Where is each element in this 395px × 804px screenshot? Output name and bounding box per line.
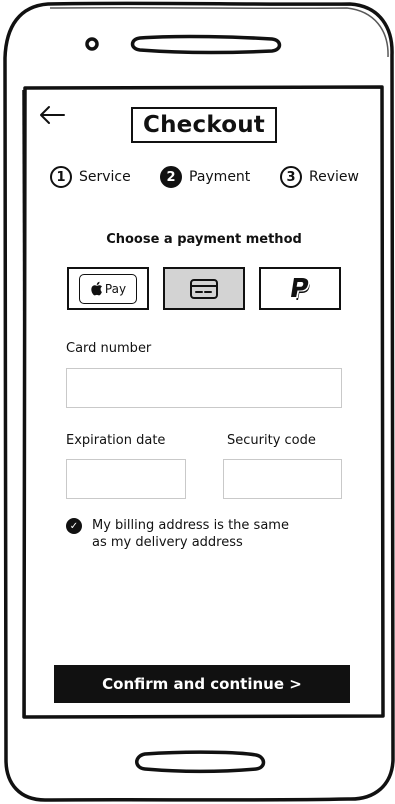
step-payment[interactable]: 2 Payment — [160, 166, 250, 188]
step-number: 1 — [50, 166, 72, 188]
check-icon: ✓ — [66, 518, 82, 534]
billing-same-checkbox[interactable]: ✓ My billing address is the same as my d… — [66, 517, 302, 551]
card-payment-button[interactable] — [163, 267, 245, 310]
step-label: Payment — [189, 169, 251, 185]
step-label: Review — [309, 169, 359, 185]
confirm-continue-label: Confirm and continue > — [102, 675, 302, 693]
step-review[interactable]: 3 Review — [280, 166, 359, 188]
back-arrow-icon[interactable] — [38, 105, 66, 125]
security-code-label: Security code — [227, 433, 316, 448]
expiration-date-label: Expiration date — [66, 433, 166, 448]
paypal-icon — [291, 277, 310, 300]
credit-card-icon — [190, 278, 218, 299]
page-title: Checkout — [131, 107, 277, 143]
security-code-input[interactable] — [223, 459, 342, 499]
apple-pay-button[interactable]: Pay — [67, 267, 149, 310]
step-number: 2 — [160, 166, 182, 188]
card-number-label: Card number — [66, 341, 152, 356]
stage: Checkout 1 Service 2 Payment 3 Review Ch… — [0, 0, 395, 804]
page-title-text: Checkout — [143, 112, 265, 138]
billing-same-label: My billing address is the same as my del… — [92, 518, 289, 550]
step-number: 3 — [280, 166, 302, 188]
step-label: Service — [79, 169, 131, 185]
checkout-steps: 1 Service 2 Payment 3 Review — [50, 166, 370, 194]
paypal-button[interactable] — [259, 267, 341, 310]
apple-pay-badge: Pay — [79, 273, 137, 304]
checkout-screen: Checkout 1 Service 2 Payment 3 Review Ch… — [26, 89, 382, 715]
confirm-continue-button[interactable]: Confirm and continue > — [54, 665, 350, 703]
expiration-date-input[interactable] — [66, 459, 186, 499]
step-service[interactable]: 1 Service — [50, 166, 131, 188]
apple-pay-label: Pay — [104, 281, 127, 296]
payment-method-heading: Choose a payment method — [106, 232, 302, 247]
apple-icon — [91, 281, 102, 296]
card-number-input[interactable] — [66, 368, 342, 408]
